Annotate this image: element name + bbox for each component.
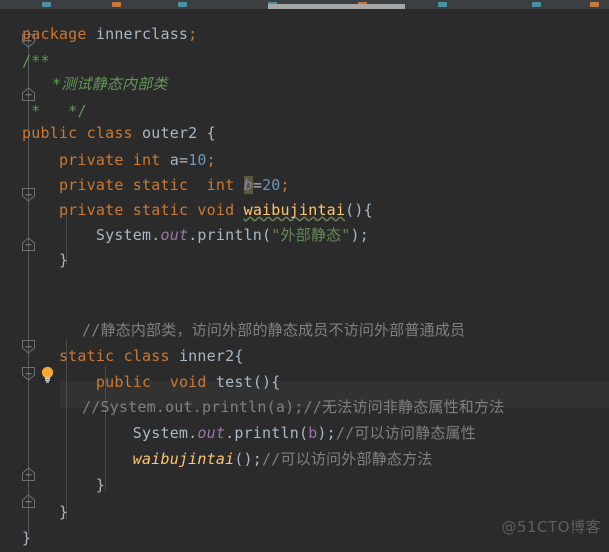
editor-toolbar[interactable] (0, 0, 609, 9)
code-line-10[interactable]: } (22, 247, 68, 274)
code-line-17[interactable]: } (22, 472, 105, 499)
toolbar-icon-2[interactable] (178, 2, 187, 7)
code-line-1[interactable]: package innerclass; (22, 21, 197, 48)
code-line-19[interactable]: } (22, 525, 31, 552)
toolbar-icon-6[interactable] (532, 2, 541, 7)
code-line-16[interactable]: waibujintai();//可以访问外部静态方法 (22, 446, 433, 473)
toolbar-icon-0[interactable] (42, 2, 51, 7)
code-line-7[interactable]: private static int b=20; (22, 172, 290, 199)
code-line-3[interactable]: *测试静态内部类 (52, 71, 168, 98)
code-line-6[interactable]: private int a=10; (22, 147, 216, 174)
code-line-5[interactable]: public class outer2 { (22, 120, 216, 147)
code-line-2[interactable]: /** (22, 48, 50, 75)
watermark: @51CTO博客 (501, 518, 601, 536)
code-content[interactable]: package innerclass;/** *测试静态内部类 * */publi… (0, 9, 609, 547)
toolbar-icon-5[interactable] (438, 2, 447, 7)
code-line-11[interactable]: //静态内部类，访问外部的静态成员不访问外部普通成员 (82, 317, 465, 344)
toolbar-icon-7[interactable] (590, 2, 599, 7)
toolbar-icon-1[interactable] (112, 2, 121, 7)
code-line-9[interactable]: System.out.println("外部静态"); (22, 222, 369, 249)
code-line-14[interactable]: //System.out.println(a);//无法访问非静态属性和方法 (82, 394, 504, 421)
code-editor[interactable]: package innerclass;/** *测试静态内部类 * */publi… (0, 9, 609, 547)
code-line-15[interactable]: System.out.println(b);//可以访问静态属性 (22, 420, 476, 447)
code-line-8[interactable]: private static void waibujintai(){ (22, 197, 373, 224)
code-line-12[interactable]: static class inner2{ (22, 343, 244, 370)
code-line-18[interactable]: } (22, 499, 68, 526)
code-line-13[interactable]: public void test(){ (22, 369, 281, 396)
